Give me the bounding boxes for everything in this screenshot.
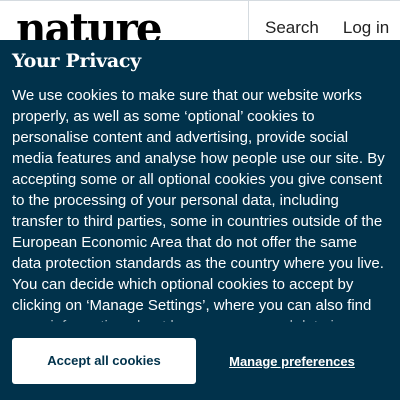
accept-all-cookies-button[interactable]: Accept all cookies xyxy=(12,338,196,384)
banner-body-text[interactable]: We use cookies to make sure that our web… xyxy=(12,85,390,327)
manage-preferences-button[interactable]: Manage preferences xyxy=(212,338,372,384)
login-link[interactable]: Log in xyxy=(343,1,389,38)
banner-footer: Accept all cookies Manage preferences xyxy=(0,322,400,400)
banner-title: Your Privacy xyxy=(12,50,141,72)
search-link[interactable]: Search xyxy=(265,1,319,38)
cookie-banner: Your Privacy We use cookies to make sure… xyxy=(0,40,400,400)
